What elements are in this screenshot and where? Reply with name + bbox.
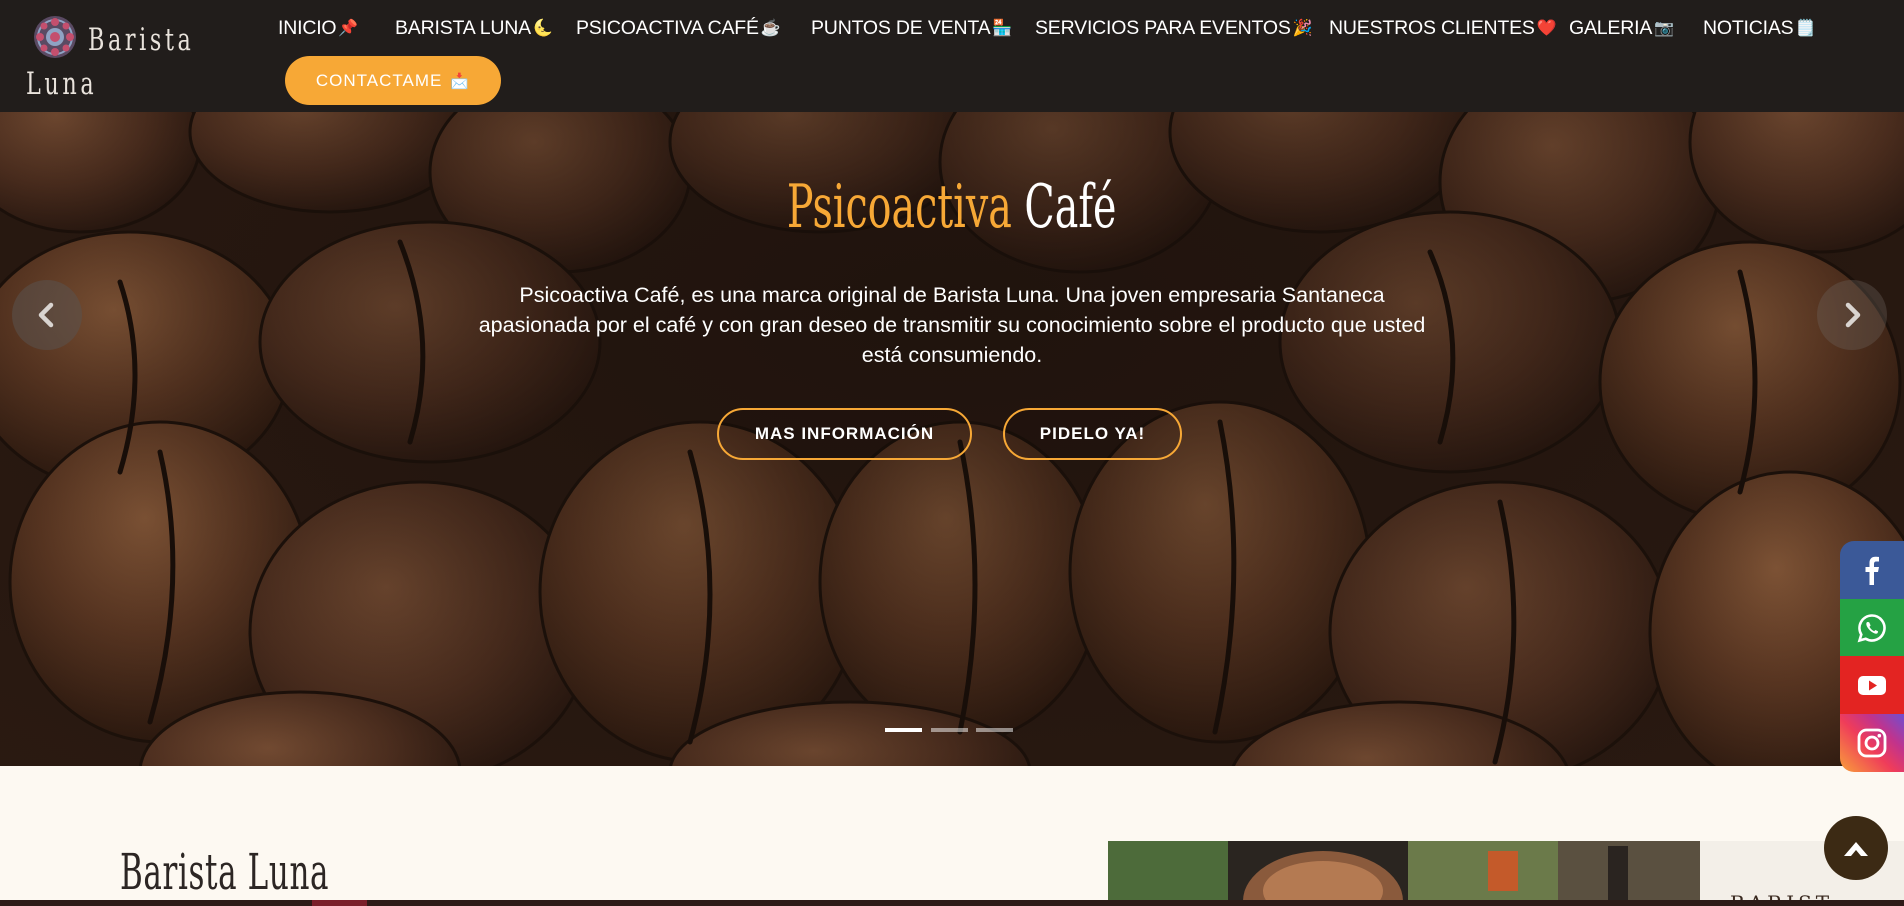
instagram-icon	[1857, 728, 1887, 758]
facebook-icon	[1865, 556, 1879, 585]
bottom-bar-accent	[312, 900, 367, 906]
instagram-link[interactable]	[1840, 714, 1904, 772]
brand-name-line2: Luna	[26, 66, 98, 102]
carousel-indicator-3[interactable]	[976, 728, 1013, 732]
contact-label: CONTACTAME	[315, 71, 443, 90]
mandala-logo-icon	[34, 16, 76, 58]
whatsapp-link[interactable]	[1840, 599, 1904, 657]
carousel-prev-button[interactable]	[12, 280, 82, 350]
nav-label: PUNTOS DE VENTA	[811, 17, 991, 39]
nav-label: GALERIA	[1569, 17, 1653, 39]
pidelo-ya-button[interactable]: PIDELO YA!	[1003, 408, 1182, 460]
chevron-left-icon	[38, 302, 54, 328]
nav-label: BARISTA LUNA	[395, 17, 531, 39]
pushpin-icon: 📌	[338, 20, 359, 37]
facebook-link[interactable]	[1840, 541, 1904, 599]
heart-icon: ❤️	[1536, 20, 1557, 37]
mas-informacion-button[interactable]: MAS INFORMACIÓN	[717, 408, 972, 460]
nav-label: NOTICIAS	[1703, 17, 1794, 39]
brand-name-line1: Barista	[88, 22, 195, 58]
youtube-link[interactable]	[1840, 656, 1904, 714]
whatsapp-icon	[1857, 614, 1886, 643]
nav-item-noticias[interactable]: NOTICIAS 🗒️	[1703, 17, 1815, 40]
nav-item-inicio[interactable]: INICIO 📌	[278, 17, 358, 40]
nav-item-nuestros-clientes[interactable]: NUESTROS CLIENTES ❤️	[1329, 17, 1557, 40]
chevron-right-icon	[1845, 302, 1861, 328]
coffee-icon: ☕	[760, 20, 781, 37]
envelope-icon: 📩	[450, 73, 471, 90]
nav-label: INICIO	[278, 17, 337, 39]
carousel-indicator-2[interactable]	[931, 728, 968, 732]
nav-item-psicoactiva-cafe[interactable]: PSICOACTIVA CAFÉ ☕	[576, 17, 781, 40]
nav-item-barista-luna[interactable]: BARISTA LUNA 🌜	[395, 17, 553, 40]
hero-title-part1: Psicoactiva	[787, 172, 1013, 242]
chevron-up-icon	[1844, 842, 1868, 856]
hero-title: Psicoactiva Café	[0, 172, 1904, 242]
back-to-top-button[interactable]	[1824, 816, 1888, 880]
nav-label: PSICOACTIVA CAFÉ	[576, 17, 759, 39]
nav-item-puntos-de-venta[interactable]: PUNTOS DE VENTA 🏪	[811, 17, 1012, 40]
moon-icon: 🌜	[532, 20, 553, 37]
hero-description: Psicoactiva Café, es una marca original …	[478, 283, 1426, 367]
party-popper-icon: 🎉	[1292, 20, 1313, 37]
nav-item-galeria[interactable]: GALERIA 📷	[1569, 17, 1674, 40]
section-heading: Barista Luna	[120, 843, 330, 901]
hero-carousel: Psicoactiva Café Psicoactiva Café, es un…	[0, 112, 1904, 766]
contactame-button[interactable]: CONTACTAME 📩	[285, 56, 501, 105]
store-icon: 🏪	[992, 20, 1013, 37]
navbar: Barista Luna INICIO 📌 BARISTA LUNA 🌜 PSICO…	[0, 0, 1904, 112]
carousel-next-button[interactable]	[1817, 280, 1887, 350]
notepad-icon: 🗒️	[1795, 20, 1816, 37]
brand-logo[interactable]: Barista Luna	[26, 12, 196, 102]
nav-item-servicios-eventos[interactable]: SERVICIOS PARA EVENTOS 🎉	[1035, 17, 1313, 40]
hero-title-part2: Café	[1024, 172, 1117, 242]
camera-icon: 📷	[1654, 20, 1674, 37]
nav-label: SERVICIOS PARA EVENTOS	[1035, 17, 1291, 39]
carousel-indicator-1[interactable]	[885, 728, 922, 732]
youtube-icon	[1858, 676, 1886, 695]
bottom-bar	[0, 900, 1904, 906]
nav-label: NUESTROS CLIENTES	[1329, 17, 1535, 39]
